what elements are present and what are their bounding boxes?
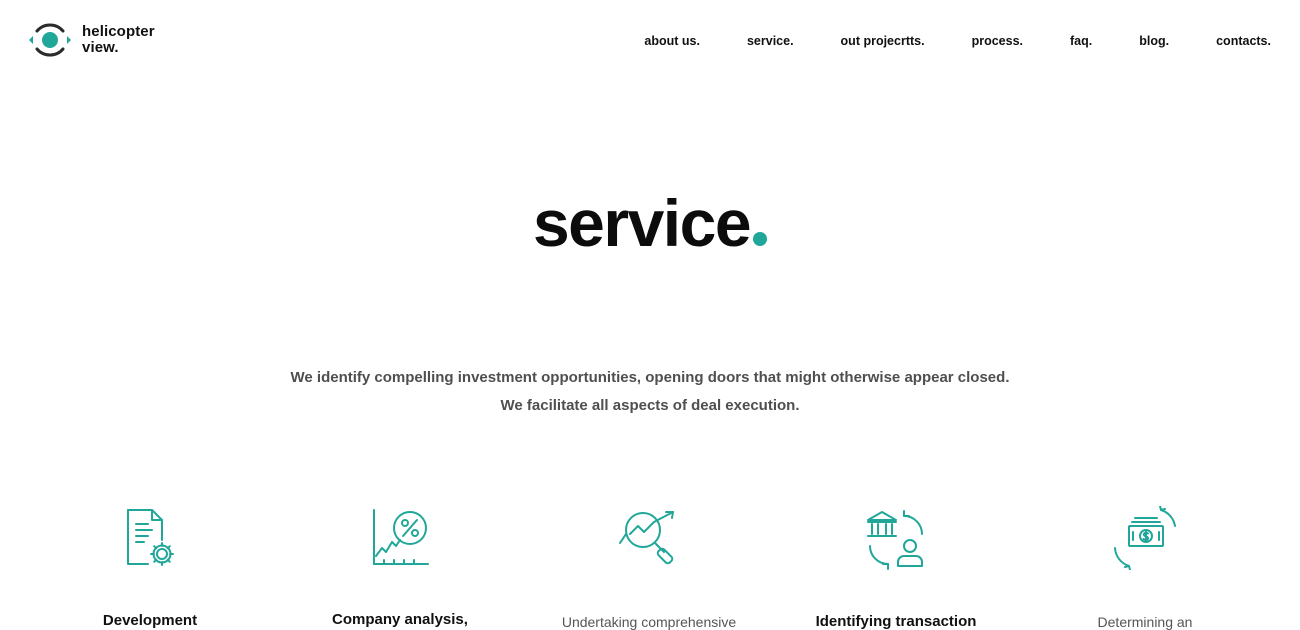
nav-our-projects[interactable]: out projecrtts. bbox=[841, 34, 925, 48]
magnifier-trend-icon bbox=[619, 511, 674, 565]
money-exchange-icon bbox=[1114, 506, 1176, 570]
brand-line-2: view. bbox=[82, 39, 119, 56]
brand-name: helicopter view. bbox=[82, 24, 155, 56]
page-title: service bbox=[0, 178, 1300, 268]
hero-subtitle: We identify compelling investment opport… bbox=[0, 364, 1300, 420]
service-title: Determining an bbox=[1097, 614, 1193, 630]
service-item-identifying-transaction[interactable]: Identifying transaction bbox=[776, 506, 1016, 630]
hero-subtitle-line-2: We facilitate all aspects of deal execut… bbox=[500, 397, 800, 414]
nav-service[interactable]: service. bbox=[747, 34, 794, 48]
page: helicopter view. about us. service. out … bbox=[0, 0, 1300, 630]
service-title: Undertaking comprehensive bbox=[561, 614, 737, 630]
nav-about-us[interactable]: about us. bbox=[644, 34, 700, 48]
eye-icon bbox=[29, 23, 71, 57]
chart-percent-icon bbox=[373, 509, 429, 565]
service-item-development[interactable]: Development bbox=[30, 506, 270, 629]
nav-faq[interactable]: faq. bbox=[1070, 34, 1092, 48]
bank-person-exchange-icon bbox=[867, 510, 923, 570]
service-item-determining[interactable]: Determining an bbox=[1025, 506, 1265, 630]
nav-blog[interactable]: blog. bbox=[1139, 34, 1169, 48]
service-title: Development bbox=[102, 612, 198, 629]
services-list: Development Company analysis, Undertakin… bbox=[0, 506, 1300, 630]
brand-line-1: helicopter bbox=[82, 23, 155, 40]
title-accent-dot bbox=[753, 232, 768, 246]
service-title: Identifying transaction bbox=[815, 613, 977, 630]
main-nav: about us. service. out projecrtts. proce… bbox=[644, 34, 1271, 48]
document-gear-icon bbox=[127, 509, 174, 566]
page-title-text: service bbox=[532, 186, 752, 260]
service-item-company-analysis[interactable]: Company analysis, bbox=[280, 506, 520, 628]
nav-process[interactable]: process. bbox=[972, 34, 1023, 48]
service-title: Company analysis, bbox=[332, 611, 468, 628]
service-item-comprehensive[interactable]: Undertaking comprehensive bbox=[529, 506, 769, 630]
nav-contacts[interactable]: contacts. bbox=[1216, 34, 1271, 48]
logo-link[interactable]: helicopter view. bbox=[28, 22, 155, 58]
hero-subtitle-line-1: We identify compelling investment opport… bbox=[290, 369, 1010, 386]
